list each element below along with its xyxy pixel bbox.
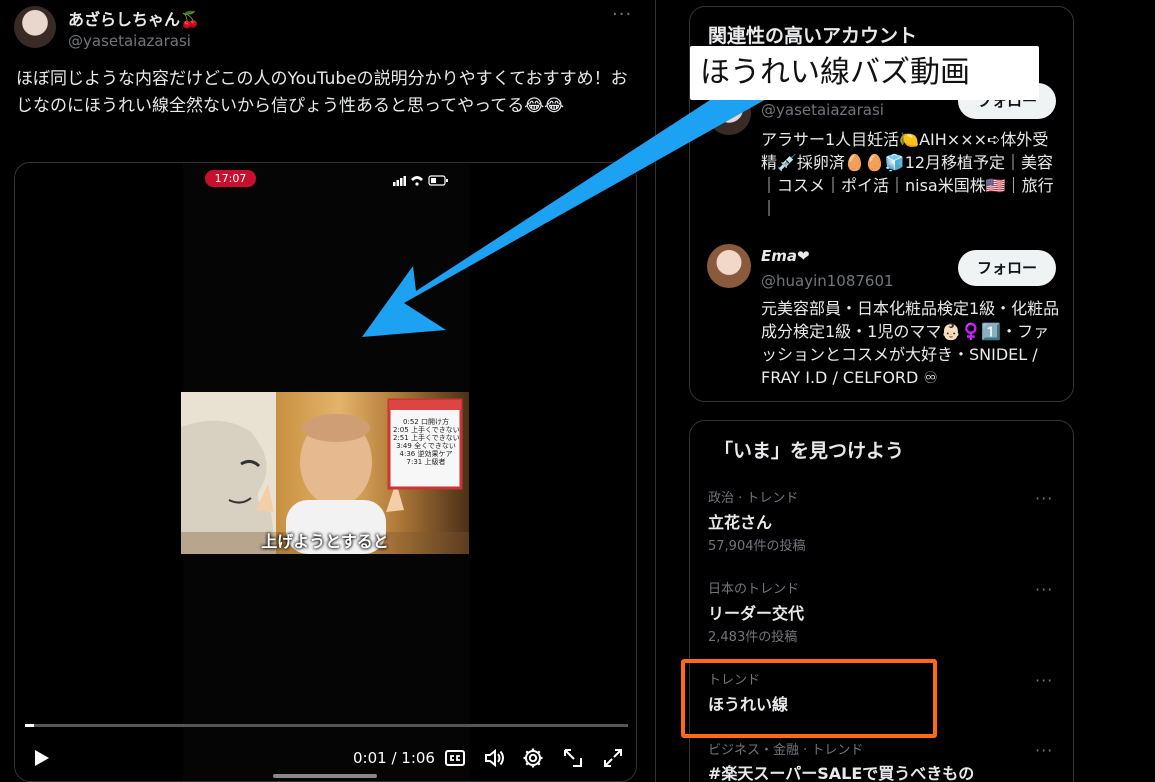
- trend-name[interactable]: 立花さん: [708, 509, 772, 533]
- follow-button[interactable]: フォロー: [958, 250, 1056, 286]
- sign-line: 4:36 逆効果ケア: [399, 450, 453, 458]
- author-handle[interactable]: @yasetaiazarasi: [68, 32, 191, 50]
- status-time: 17:07: [205, 170, 256, 187]
- author-avatar[interactable]: [14, 6, 56, 48]
- trends-title: 「いま」を見つけよう: [714, 440, 905, 462]
- account-avatar[interactable]: [707, 244, 751, 288]
- volume-icon[interactable]: [482, 746, 506, 770]
- trend-post-count: 57,904件の投稿: [708, 539, 806, 554]
- settings-gear-icon[interactable]: [521, 746, 545, 770]
- annotation-label: ほうれい線バズ動画: [690, 46, 1039, 100]
- video-player[interactable]: 17:07 0:52 口開け方 2:05 上手くできない 2:51 上手くできな…: [14, 162, 637, 782]
- account-handle[interactable]: @yasetaiazarasi: [761, 101, 884, 119]
- trend-context: 日本のトレンド: [708, 582, 800, 597]
- trend-post-count: 2,483件の投稿: [708, 630, 798, 645]
- trend-more-icon[interactable]: ···: [1035, 489, 1053, 508]
- account-handle[interactable]: @huayin1087601: [761, 272, 894, 290]
- sign-line: 3:49 全くできない: [396, 442, 456, 450]
- play-icon[interactable]: [29, 746, 53, 770]
- related-accounts-title: 関連性の高いアカウント: [708, 25, 918, 47]
- account-bio: アラサー1人目妊活🍋AIH×××➪体外受精💉採卵済🥚🥚🧊12月移植予定｜美容｜コ…: [761, 130, 1054, 218]
- phone-home-indicator: [273, 774, 377, 778]
- account-name[interactable]: Ema❤: [761, 247, 810, 265]
- annotation-highlight-box: [681, 659, 937, 738]
- author-display-name[interactable]: あざらしちゃん🍒: [68, 6, 200, 30]
- video-caption: 上げようとすると: [261, 532, 389, 551]
- timestamp-sign: 0:52 口開け方 2:05 上手くできない 2:51 上手くできない 3:49…: [393, 418, 460, 466]
- trend-more-icon[interactable]: ···: [1035, 580, 1053, 599]
- trend-name[interactable]: #楽天スーパーSALEで買うべきもの: [708, 760, 974, 782]
- post-more-icon[interactable]: ···: [612, 4, 632, 25]
- video-time-readout: 0:01 / 1:06: [353, 749, 435, 767]
- fullscreen-icon[interactable]: [601, 746, 625, 770]
- video-frame: 0:52 口開け方 2:05 上手くできない 2:51 上手くできない 3:49…: [181, 392, 469, 554]
- account-bio: 元美容部員・日本化粧品検定1級・化粧品成分検定1級・1児のママ👶🏻♀️1️⃣・フ…: [761, 299, 1060, 387]
- trend-context: ビジネス・金融 · トレンド: [708, 743, 864, 758]
- video-progress-bar[interactable]: [25, 724, 628, 727]
- video-progress-fill: [25, 724, 35, 727]
- sign-line: 2:51 上手くできない: [393, 434, 460, 442]
- sign-line: 2:05 上手くできない: [393, 426, 460, 434]
- pop-out-icon[interactable]: [561, 746, 585, 770]
- post-text: ほぼ同じような内容だけどこの人のYouTubeの説明分かりやすくておすすめ！おじ…: [16, 69, 628, 116]
- captions-icon[interactable]: [443, 746, 467, 770]
- phone-status-icons: [393, 175, 448, 186]
- trend-context: 政治 · トレンド: [708, 491, 799, 506]
- trend-more-icon[interactable]: ···: [1035, 741, 1053, 760]
- trend-more-icon[interactable]: ···: [1035, 671, 1053, 690]
- sign-line: 0:52 口開け方: [403, 418, 449, 426]
- sign-line: 7:31 上級者: [406, 458, 446, 466]
- main-column: あざらしちゃん🍒 @yasetaiazarasi ··· ほぼ同じような内容だけ…: [0, 0, 656, 782]
- trend-name[interactable]: リーダー交代: [708, 600, 804, 624]
